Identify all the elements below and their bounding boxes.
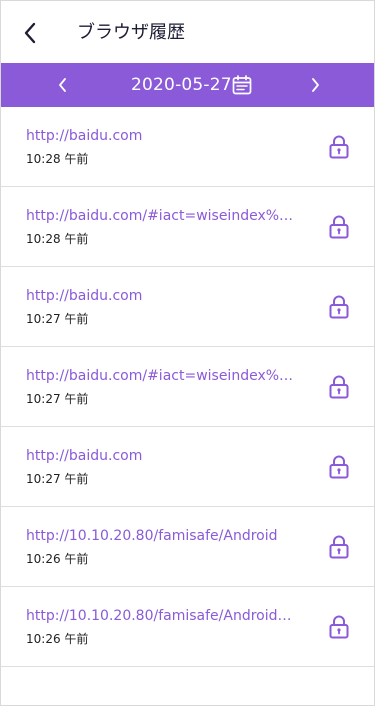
block-site-button[interactable] [327, 534, 351, 560]
back-button[interactable] [19, 19, 43, 47]
history-item[interactable]: http://baidu.com/#iact=wiseindex%… 10:28… [1, 187, 374, 267]
history-time: 10:27 午前 [26, 312, 89, 326]
lock-icon [329, 375, 349, 399]
history-time: 10:26 午前 [26, 632, 89, 646]
previous-date-button[interactable] [53, 75, 73, 95]
date-navigation-bar: 2020-05-27 [1, 63, 374, 107]
lock-icon [329, 135, 349, 159]
next-date-button[interactable] [305, 75, 325, 95]
history-url[interactable]: http://baidu.com [26, 127, 294, 145]
block-site-button[interactable] [327, 214, 351, 240]
block-site-button[interactable] [327, 134, 351, 160]
lock-icon [329, 455, 349, 479]
history-item[interactable]: http://10.10.20.80/famisafe/Android 10:2… [1, 507, 374, 587]
chevron-right-icon [312, 78, 319, 92]
history-item[interactable]: http://10.10.20.80/famisafe/Android… 10:… [1, 587, 374, 667]
history-list: http://baidu.com 10:28 午前 http://baidu.c… [1, 107, 374, 667]
block-site-button[interactable] [327, 454, 351, 480]
block-site-button[interactable] [327, 294, 351, 320]
history-url[interactable]: http://baidu.com/#iact=wiseindex%… [26, 207, 294, 225]
lock-icon [329, 615, 349, 639]
history-url[interactable]: http://baidu.com [26, 287, 294, 305]
history-url[interactable]: http://baidu.com [26, 447, 294, 465]
history-url[interactable]: http://10.10.20.80/famisafe/Android [26, 527, 294, 545]
lock-icon [329, 295, 349, 319]
calendar-icon [232, 75, 252, 95]
block-site-button[interactable] [327, 374, 351, 400]
block-site-button[interactable] [327, 614, 351, 640]
history-item[interactable]: http://baidu.com 10:28 午前 [1, 107, 374, 187]
history-item[interactable]: http://baidu.com 10:27 午前 [1, 267, 374, 347]
app-frame: ブラウザ履歴 2020-05-27 http://baidu.com 10:28… [0, 0, 375, 706]
history-time: 10:27 午前 [26, 392, 89, 406]
lock-icon [329, 535, 349, 559]
current-date: 2020-05-27 [131, 75, 232, 95]
history-url[interactable]: http://baidu.com/#iact=wiseindex%… [26, 367, 294, 385]
top-bar: ブラウザ履歴 [1, 1, 374, 63]
history-url[interactable]: http://10.10.20.80/famisafe/Android… [26, 607, 294, 625]
lock-icon [329, 215, 349, 239]
history-time: 10:26 午前 [26, 552, 89, 566]
history-time: 10:27 午前 [26, 472, 89, 486]
calendar-button[interactable] [231, 74, 253, 96]
history-item[interactable]: http://baidu.com/#iact=wiseindex%… 10:27… [1, 347, 374, 427]
page-title: ブラウザ履歴 [77, 22, 185, 43]
history-item[interactable]: http://baidu.com 10:27 午前 [1, 427, 374, 507]
history-time: 10:28 午前 [26, 232, 89, 246]
chevron-left-icon [59, 78, 66, 92]
history-time: 10:28 午前 [26, 152, 89, 166]
chevron-left-icon [24, 22, 36, 44]
